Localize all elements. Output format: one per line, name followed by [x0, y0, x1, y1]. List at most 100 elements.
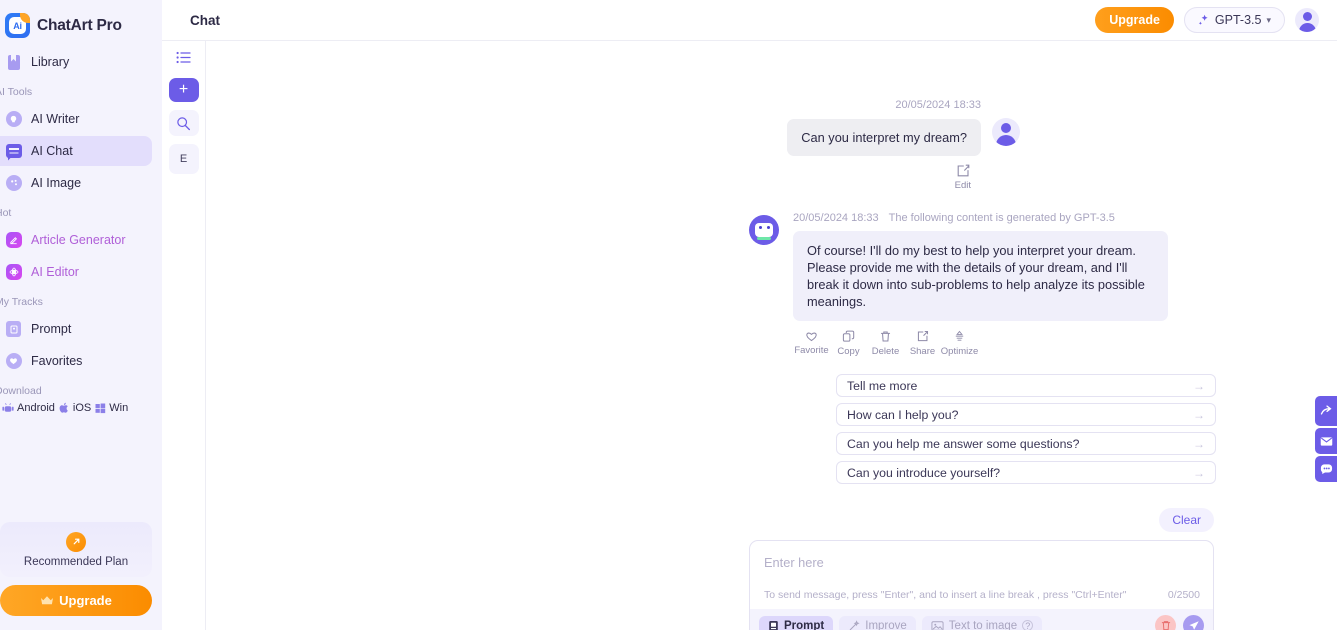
sidebar: Ai ChatArt Pro Library AI Tools AI Write…: [0, 0, 162, 630]
crown-icon: [40, 595, 54, 606]
suggestion-item[interactable]: Can you introduce yourself? →: [836, 461, 1216, 485]
composer-send-group: [1155, 615, 1204, 630]
edit-message-button[interactable]: Edit: [955, 164, 971, 191]
recommended-plan-card[interactable]: Recommended Plan: [0, 522, 152, 577]
optimize-icon: [953, 330, 966, 343]
list-collapse-icon[interactable]: [169, 44, 199, 70]
arrow-right-icon: →: [1193, 436, 1205, 451]
page-title: Chat: [190, 12, 220, 28]
download-links: Android iOS Win: [0, 402, 162, 414]
sidebar-item-ai-editor[interactable]: AI Editor: [0, 257, 152, 287]
pencil-square-icon: [956, 164, 970, 178]
prompt-icon: [768, 620, 779, 630]
copy-button[interactable]: Copy: [830, 330, 867, 357]
arrow-right-icon: →: [1193, 407, 1205, 422]
sidebar-item-ai-writer[interactable]: AI Writer: [0, 104, 152, 134]
sidebar-item-label: AI Image: [31, 176, 82, 190]
lightbulb-icon: [5, 111, 22, 128]
section-label-download: Download: [0, 385, 42, 397]
chat-list-item-e[interactable]: E: [168, 144, 199, 174]
new-chat-button[interactable]: +: [168, 78, 199, 102]
sidebar-item-library[interactable]: Library: [0, 47, 152, 77]
upgrade-button[interactable]: Upgrade: [1095, 7, 1174, 33]
action-label: Share: [909, 346, 936, 358]
char-counter: 0/2500: [1167, 589, 1200, 602]
composer: Enter here To send message, press "Enter…: [749, 540, 1214, 630]
windows-icon: [95, 403, 106, 414]
sidebar-item-prompt[interactable]: Prompt: [0, 314, 152, 344]
suggestion-list: Tell me more → How can I help you? → Can…: [836, 374, 1216, 485]
heart-icon: [805, 330, 818, 342]
bot-message-row: 20/05/2024 18:33 The following content i…: [206, 191, 1337, 485]
send-button[interactable]: [1183, 615, 1204, 630]
share-arrow-icon[interactable]: [1315, 396, 1337, 426]
user-message-bubble: Can you interpret my dream?: [787, 119, 981, 156]
download-android[interactable]: Android: [2, 402, 55, 414]
action-label: Copy: [837, 346, 860, 358]
edit-label: Edit: [954, 180, 971, 191]
palette-icon: [5, 175, 22, 192]
bot-message-timestamp: 20/05/2024 18:33: [793, 212, 879, 224]
prompt-icon: [5, 321, 22, 338]
user-message-row: 20/05/2024 18:33 Can you interpret my dr…: [206, 41, 1337, 191]
tool-label: Text to image: [948, 619, 1018, 630]
chat-dots-icon[interactable]: [1315, 456, 1337, 482]
improve-tool-button[interactable]: Improve: [839, 615, 916, 630]
generation-note: The following content is generated by GP…: [888, 212, 1115, 224]
mail-icon[interactable]: [1315, 428, 1337, 454]
chat-scroll-area[interactable]: 20/05/2024 18:33 Can you interpret my dr…: [206, 0, 1337, 630]
download-win[interactable]: Win: [95, 402, 128, 414]
action-label: Delete: [871, 346, 900, 358]
model-selector[interactable]: GPT-3.5 ▾: [1183, 7, 1285, 33]
sidebar-item-ai-image[interactable]: AI Image: [0, 168, 152, 198]
composer-hint: To send message, press "Enter", and to i…: [764, 589, 1127, 602]
plan-label: Recommended Plan: [23, 555, 129, 568]
sidebar-item-article-generator[interactable]: Article Generator: [0, 225, 152, 255]
action-label: Favorite: [794, 345, 829, 357]
composer-meta: To send message, press "Enter", and to i…: [750, 583, 1213, 609]
arrow-right-icon: →: [1193, 378, 1205, 393]
delete-button[interactable]: Delete: [867, 330, 904, 357]
suggestion-item[interactable]: How can I help you? →: [836, 403, 1216, 427]
text-to-image-tool-button[interactable]: Text to image ?: [921, 615, 1043, 630]
suggestion-item[interactable]: Tell me more →: [836, 374, 1216, 398]
app-logo-icon: Ai: [5, 13, 30, 38]
brand-name: ChatArt Pro: [37, 16, 122, 34]
section-label-ai-tools: AI Tools: [0, 86, 33, 98]
help-circle-icon[interactable]: ?: [1022, 620, 1034, 630]
sidebar-item-label: AI Editor: [31, 265, 79, 279]
avatar[interactable]: [1295, 8, 1319, 32]
sidebar-upgrade-button[interactable]: Upgrade: [0, 585, 152, 616]
assistant-avatar: [749, 215, 779, 245]
article-edit-icon: [5, 232, 22, 249]
app-root: Ai ChatArt Pro Library AI Tools AI Write…: [0, 0, 1337, 630]
download-label: iOS: [72, 402, 92, 414]
prompt-tool-button[interactable]: Prompt: [759, 615, 834, 630]
favorite-button[interactable]: Favorite: [793, 330, 830, 357]
image-icon: [931, 620, 944, 630]
search-icon[interactable]: [168, 110, 199, 136]
chat-list-rail: + E: [162, 0, 206, 630]
optimize-button[interactable]: Optimize: [941, 330, 978, 357]
action-label: Optimize: [940, 346, 979, 358]
clear-input-button[interactable]: [1155, 615, 1176, 630]
apple-icon: [59, 402, 70, 414]
android-icon: [2, 402, 14, 414]
book-icon: [5, 54, 22, 71]
copy-icon: [842, 330, 855, 343]
suggestion-text: Can you introduce yourself?: [847, 465, 1001, 480]
download-ios[interactable]: iOS: [59, 402, 91, 414]
sidebar-item-label: AI Chat: [31, 144, 73, 158]
tool-label: Improve: [865, 619, 907, 630]
floating-action-column: [1315, 396, 1337, 482]
section-label-my-tracks: My Tracks: [0, 296, 43, 308]
suggestion-item[interactable]: Can you help me answer some questions? →: [836, 432, 1216, 456]
sidebar-item-ai-chat[interactable]: AI Chat: [0, 136, 152, 166]
share-button[interactable]: Share: [904, 330, 941, 357]
share-box-icon: [916, 330, 929, 343]
clear-button[interactable]: Clear: [1159, 508, 1214, 533]
user-message-timestamp: 20/05/2024 18:33: [895, 99, 981, 111]
sidebar-item-favorites[interactable]: Favorites: [0, 346, 152, 376]
user-avatar: [992, 118, 1020, 146]
message-input[interactable]: Enter here: [750, 541, 1213, 583]
